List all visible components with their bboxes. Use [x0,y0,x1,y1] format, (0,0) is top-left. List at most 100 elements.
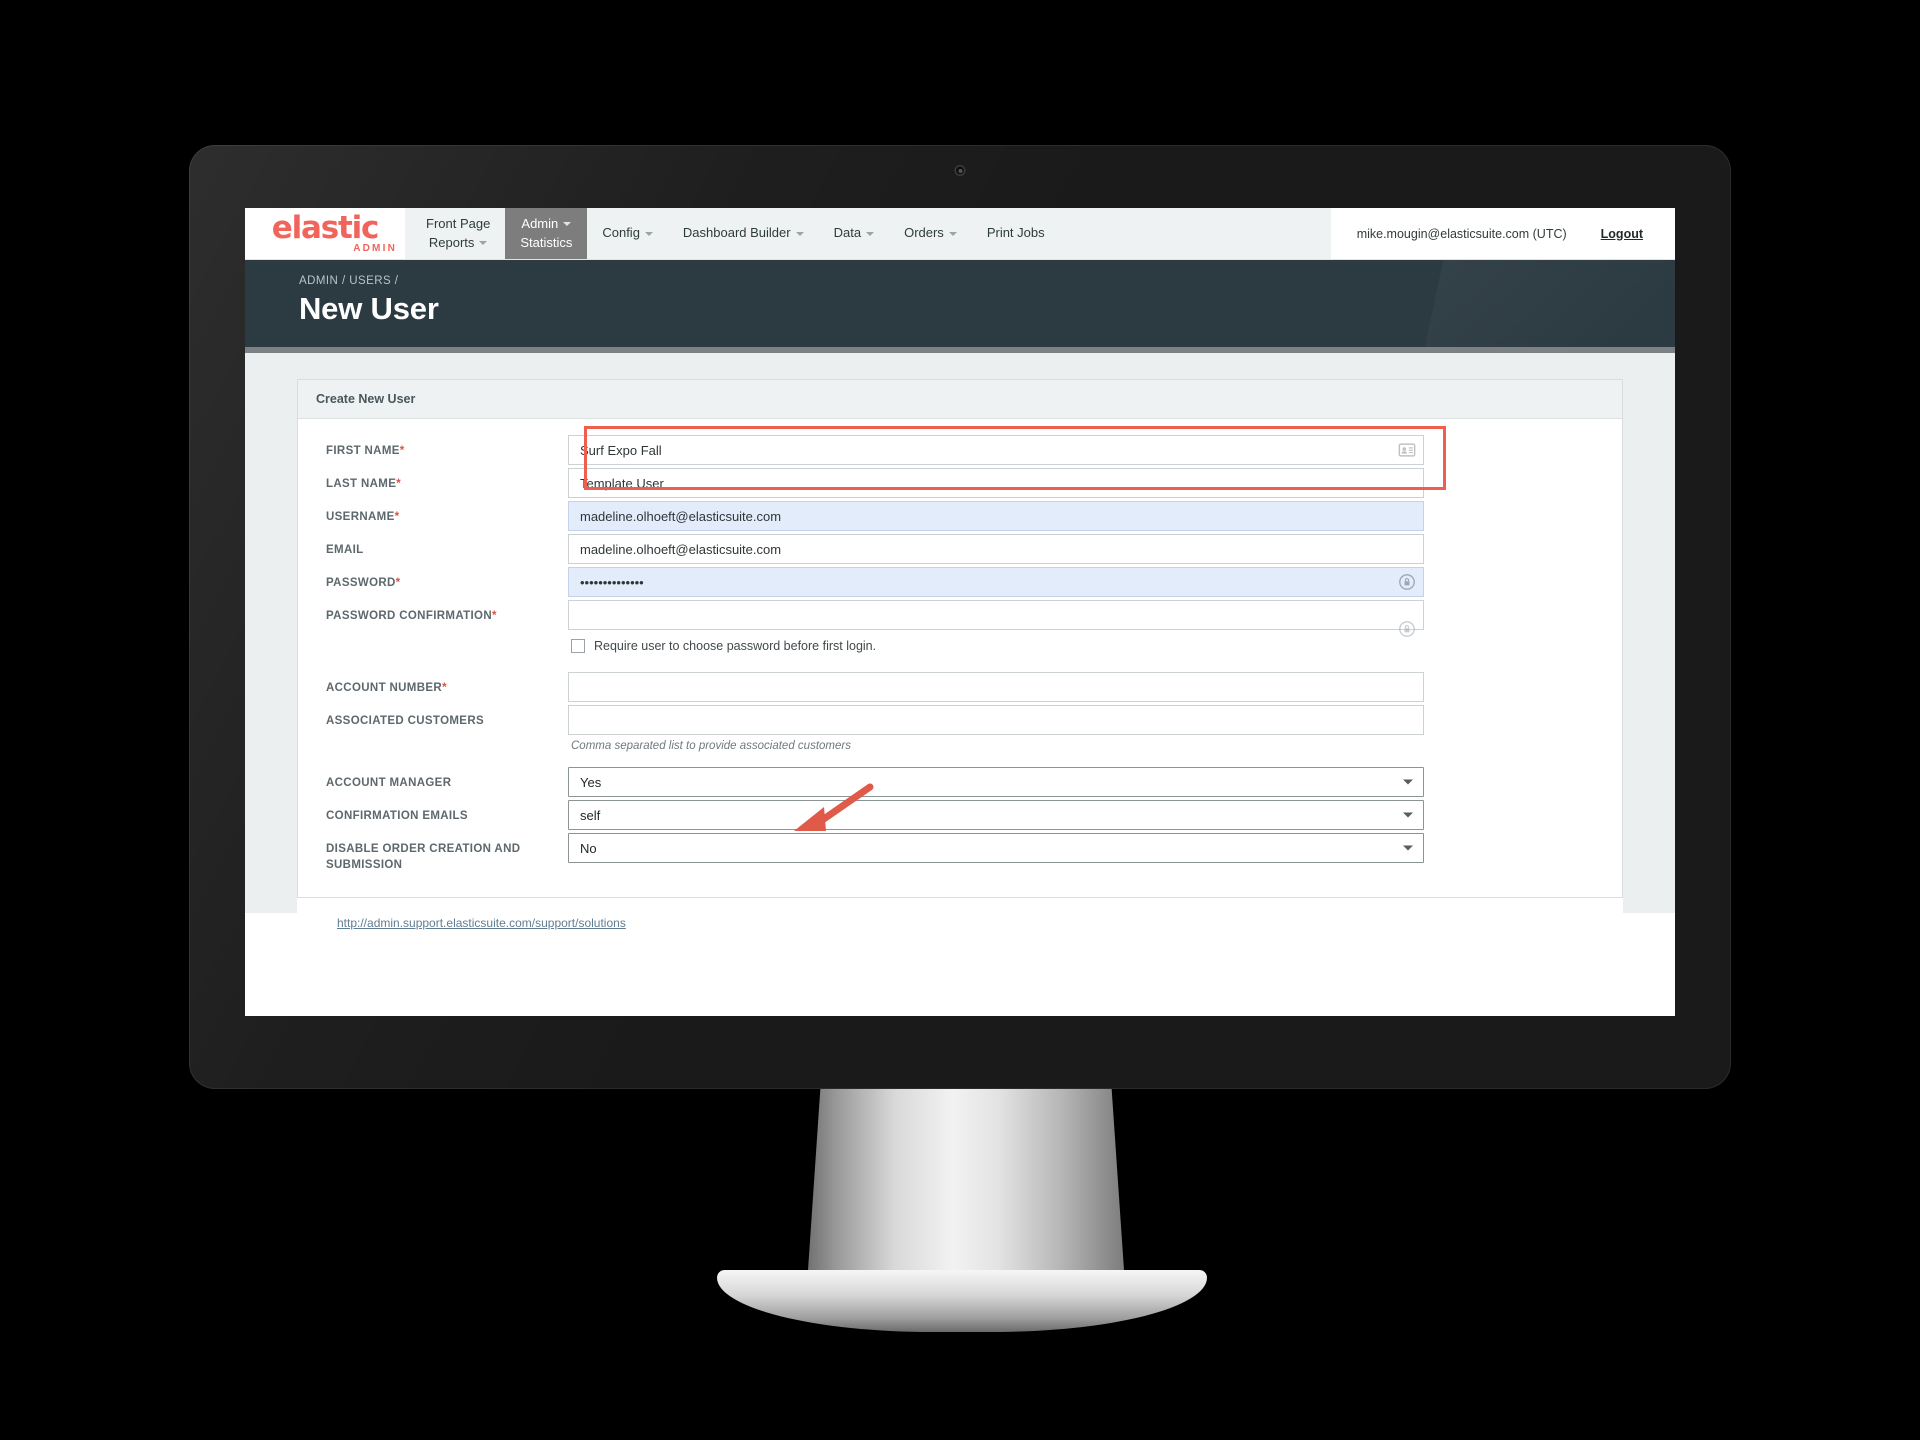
current-user-email: mike.mougin@elasticsuite.com (UTC) [1356,226,1567,241]
password-confirmation-input[interactable] [568,600,1424,630]
required-marker: * [395,577,401,589]
brand-wordmark: elastic [271,210,380,247]
generate-password-key-icon[interactable] [1398,620,1416,638]
form-row-username: USERNAME* [298,501,1622,532]
field-wrap-confirmation-emails: self [568,800,1424,830]
screen-content: elastic ADMIN Front Page Reports Admin S… [245,208,1675,1016]
label-password-confirmation: PASSWORD CONFIRMATION* [316,600,568,625]
panel-header: Create New User [298,380,1622,419]
nav-label-line2: Statistics [520,234,573,250]
username-input[interactable] [568,501,1424,531]
field-wrap-password [568,567,1424,597]
label-text: LAST NAME [326,478,397,490]
label-disable-order-creation: DISABLE ORDER CREATION AND SUBMISSION [316,833,568,873]
label-text: ASSOCIATED CUSTOMERS [326,715,485,727]
chevron-down-icon [948,231,957,236]
label-username: USERNAME* [316,501,568,526]
chevron-down-icon [866,231,875,236]
logout-link[interactable]: Logout [1601,227,1643,241]
support-solutions-link[interactable]: http://admin.support.elasticsuite.com/su… [337,916,626,930]
chevron-down-icon [563,222,572,227]
field-wrap-account-number [568,672,1424,702]
nav-item-data[interactable]: Data [819,208,889,259]
account-number-input[interactable] [568,672,1424,702]
nav-label-line2: Reports [428,234,475,250]
nav-item-config[interactable]: Config [587,208,668,259]
nav-item-dashboard-builder[interactable]: Dashboard Builder [668,208,819,259]
associated-customers-input[interactable] [568,705,1424,735]
row-spacer [298,754,1622,767]
label-account-number: ACCOUNT NUMBER* [316,672,568,697]
require-choose-password-checkbox[interactable] [571,639,585,653]
form-row-email: EMAIL [298,534,1622,565]
brand-logo[interactable]: elastic ADMIN [245,208,405,259]
label-associated-customers: ASSOCIATED CUSTOMERS [316,705,568,730]
account-manager-select[interactable]: Yes [568,767,1424,797]
content-area: Create New User FIRST NAME* Surf Expo Fa… [245,353,1675,933]
form-row-account-number: ACCOUNT NUMBER* [298,672,1622,703]
label-email: EMAIL [316,534,568,559]
label-account-manager: ACCOUNT MANAGER [316,767,568,792]
form-row-password: PASSWORD* [298,567,1622,598]
nav-item-print-jobs[interactable]: Print Jobs [972,208,1060,259]
breadcrumb[interactable]: ADMIN / USERS / [299,275,1675,287]
email-input[interactable] [568,534,1424,564]
form-row-password-confirmation: PASSWORD CONFIRMATION* Require user to c… [298,600,1622,657]
page-title: New User [299,291,439,326]
monitor-stand-base [717,1270,1207,1332]
last-name-input[interactable] [568,468,1424,498]
nav-item-admin-statistics[interactable]: Admin Statistics [505,208,588,259]
require-choose-password-row: Require user to choose password before f… [568,630,1424,657]
chevron-down-icon [644,231,653,236]
footer-strip: http://admin.support.elasticsuite.com/su… [297,898,1623,933]
label-text: ACCOUNT NUMBER [326,682,443,694]
required-marker: * [442,682,447,694]
field-wrap-email [568,534,1424,564]
label-first-name: FIRST NAME* [316,435,568,460]
brand-subtitle: ADMIN [353,242,397,254]
nav-item-orders[interactable]: Orders [889,208,972,259]
label-text: EMAIL [326,544,364,556]
require-choose-password-label: Require user to choose password before f… [594,639,877,653]
label-password: PASSWORD* [316,567,568,592]
nav-item-front-page-reports[interactable]: Front Page Reports [411,208,505,259]
field-wrap-disable-order-creation: No [568,833,1424,863]
associated-customers-helper: Comma separated list to provide associat… [571,740,851,752]
row-spacer [298,659,1622,672]
label-text: ACCOUNT MANAGER [326,777,452,789]
nav-label-line1: Admin [521,215,559,231]
required-marker: * [396,478,402,490]
monitor-scene: elastic ADMIN Front Page Reports Admin S… [0,0,1920,1440]
form-row-first-name: FIRST NAME* [298,435,1622,466]
app-header: elastic ADMIN Front Page Reports Admin S… [245,208,1675,260]
form-row-account-manager: ACCOUNT MANAGER Yes [298,767,1622,798]
password-input[interactable] [568,567,1424,597]
user-zone: mike.mougin@elasticsuite.com (UTC) Logou… [1330,208,1675,259]
generate-password-key-icon[interactable] [1398,573,1416,591]
confirmation-emails-select[interactable]: self [568,800,1424,830]
nav-label-line1: Orders [904,225,944,241]
nav-label-line1: Dashboard Builder [682,225,791,241]
nav-label-line1: Print Jobs [986,225,1045,241]
label-text: USERNAME [326,511,395,523]
panel-body: FIRST NAME* Surf Expo Fall LAST NAME* Te… [298,419,1622,897]
chevron-down-icon [479,240,488,245]
required-marker: * [492,610,497,622]
field-wrap-account-manager: Yes [568,767,1424,797]
form-row-last-name: LAST NAME* [298,468,1622,499]
nav-label-line1: Config [602,225,640,241]
disable-order-creation-select[interactable]: No [568,833,1424,863]
field-wrap-last-name [568,468,1424,498]
label-text: PASSWORD [326,577,396,589]
webcam-icon [954,165,966,176]
field-wrap-password-confirmation: Require user to choose password before f… [568,600,1424,657]
main-navigation: Front Page Reports Admin Statistics Conf… [405,208,1331,259]
required-marker: * [399,445,405,457]
label-last-name: LAST NAME* [316,468,568,493]
label-confirmation-emails: CONFIRMATION EMAILS [316,800,568,825]
page-banner: ADMIN / USERS / New User [245,260,1675,347]
label-text: PASSWORD CONFIRMATION [326,610,492,622]
first-name-input[interactable] [568,435,1424,465]
label-text: FIRST NAME [326,445,400,457]
required-marker: * [394,511,400,523]
